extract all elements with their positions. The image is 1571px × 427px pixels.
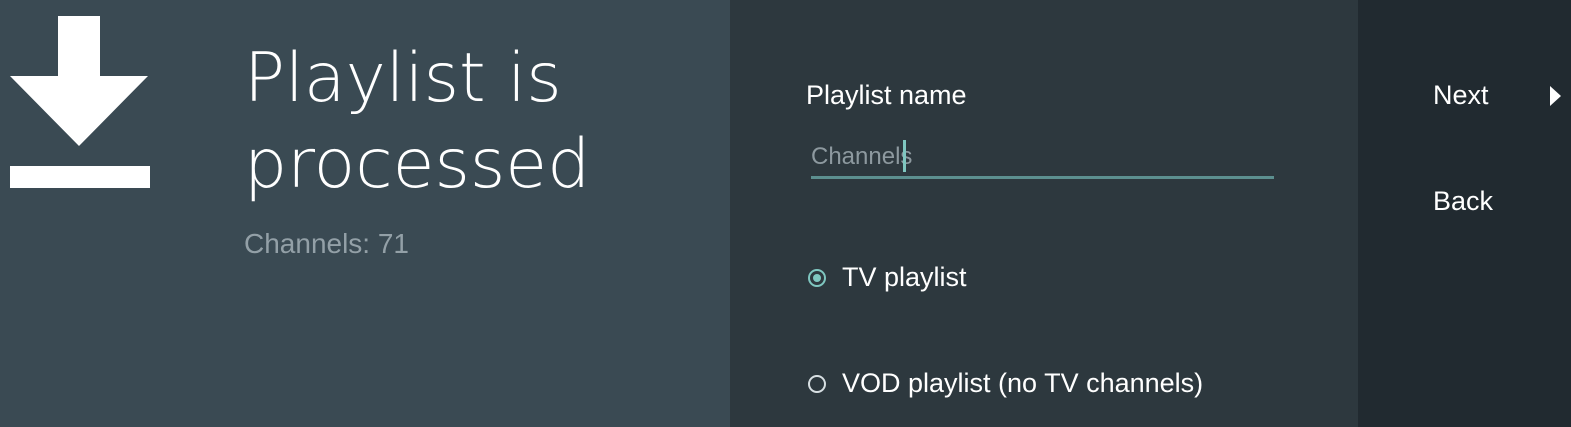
download-icon [10,16,150,188]
playlist-name-input[interactable] [811,138,1274,179]
playlist-processed-screen: Playlist is processed Channels: 71 Playl… [0,0,1571,427]
back-button[interactable]: Back [1433,186,1493,217]
tv-playlist-label: TV playlist [842,262,967,292]
triangle-right-icon [1550,86,1561,106]
vod-playlist-label: VOD playlist (no TV channels) [842,368,1204,398]
form-panel [730,0,1358,427]
text-cursor [903,140,906,172]
page-title: Playlist is processed [244,39,591,204]
tv-playlist-option[interactable]: TV playlist [808,262,967,293]
vod-playlist-option[interactable]: VOD playlist (no TV channels) [808,368,1203,399]
channel-count: Channels: 71 [244,228,410,259]
radio-unchecked-icon[interactable] [808,374,826,393]
playlist-name-label: Playlist name [806,80,967,110]
guidance-panel: Playlist is processed Channels: 71 [0,0,730,427]
radio-checked-icon[interactable] [808,268,826,287]
